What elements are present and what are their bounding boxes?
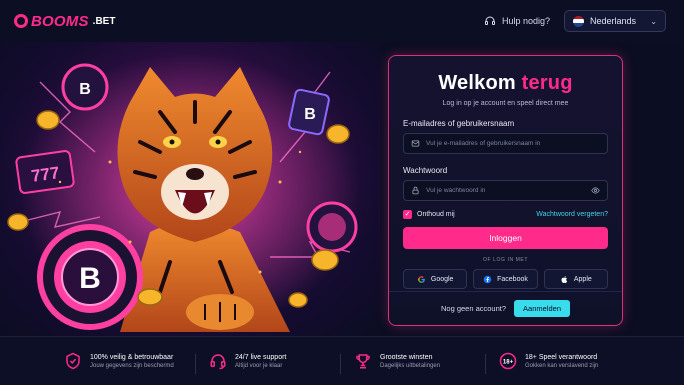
casino-chip-large: B (37, 224, 143, 330)
title-accent: terug (521, 72, 573, 94)
logo-suffix: .BET (92, 15, 116, 27)
password-field[interactable]: Vul je wachtwoord in (403, 180, 608, 201)
facebook-label: Facebook (497, 275, 528, 283)
logo-text: BOOMS (31, 12, 89, 30)
login-button[interactable]: Inloggen (403, 227, 608, 249)
shield-check-icon (66, 352, 80, 370)
apple-button[interactable]: Apple (543, 269, 608, 289)
top-bar: BOOMS .BET Hulp nodig? Nederlands ⌄ (0, 0, 684, 42)
checkmark-icon: ✓ (403, 210, 412, 219)
chevron-down-icon: ⌄ (650, 16, 657, 26)
headset-icon (484, 16, 495, 25)
email-label: E-mailadres of gebruikersnaam (403, 119, 515, 128)
help-link[interactable]: Hulp nodig? (484, 15, 550, 27)
facebook-icon (483, 275, 492, 283)
title-main: Welkom (438, 72, 516, 94)
hero-artwork: B B B 777 (0, 42, 380, 336)
feature-item: 24/7 live support Altijd voor je klaar (195, 352, 354, 374)
slot-777: 777 (30, 163, 61, 186)
help-label: Hulp nodig? (501, 16, 550, 26)
facebook-button[interactable]: Facebook (473, 269, 538, 289)
remember-checkbox[interactable]: ✓ Onthoud mij (403, 210, 455, 219)
social-login-buttons: Google Facebook Apple (403, 269, 608, 289)
login-subtitle: Log in op je account en speel direct mee (442, 100, 569, 107)
email-placeholder: Vul je e-mailadres of gebruikersnaam in (426, 140, 541, 147)
signup-row: Nog geen account? Aanmelden (389, 291, 622, 325)
tiger-illustration: B B B 777 (7, 52, 360, 332)
feature-title: Grootste winsten (380, 353, 433, 361)
age-18-icon: 18+ (499, 352, 517, 370)
chip-letter-small: B (79, 81, 91, 98)
logo[interactable]: BOOMS .BET (14, 13, 115, 30)
feature-item: 100% veilig & betrouwbaar Jouw gegevens … (64, 352, 209, 370)
password-placeholder: Vul je wachtwoord in (426, 187, 486, 194)
google-label: Google (430, 275, 454, 283)
password-label: Wachtwoord (403, 166, 448, 175)
feature-subtitle: Jouw gegevens zijn beschermd (90, 362, 174, 369)
forgot-password-link[interactable]: Wachtwoord vergeten? (536, 211, 608, 218)
page-title: Welkom terug (403, 72, 608, 95)
apple-icon (561, 275, 567, 283)
headset-icon (210, 354, 226, 370)
login-panel: Welkom terug Log in op je account en spe… (388, 55, 623, 326)
google-icon (418, 275, 425, 283)
eye-icon[interactable] (591, 186, 600, 195)
feature-title: 24/7 live support (235, 353, 287, 361)
google-button[interactable]: Google (403, 269, 468, 289)
netherlands-flag-icon (573, 15, 584, 27)
lock-icon (412, 186, 419, 195)
remember-row: ✓ Onthoud mij Wachtwoord vergeten? (403, 210, 608, 219)
language-select[interactable]: Nederlands ⌄ (564, 10, 666, 32)
no-account-text: Nog geen account? (440, 304, 507, 313)
svg-text:18+: 18+ (503, 360, 514, 366)
apple-label: Apple (573, 275, 592, 283)
feature-title: 18+ Speel verantwoord (525, 353, 598, 361)
feature-subtitle: Dagelijks uitbetalingen (380, 362, 441, 369)
feature-item: Grootste winsten Dagelijks uitbetalingen (340, 352, 499, 374)
remember-label: Onthoud mij (417, 211, 455, 218)
feature-subtitle: Gokken kan verslavend zijn (525, 362, 599, 369)
email-field[interactable]: Vul je e-mailadres of gebruikersnaam in (403, 133, 608, 154)
feature-bar: 100% veilig & betrouwbaar Jouw gegevens … (0, 336, 684, 385)
feature-title: 100% veilig & betrouwbaar (90, 353, 174, 361)
bomb-icon (14, 14, 28, 28)
social-divider: OF LOG IN MET (482, 257, 529, 263)
feature-item: 18+ 18+ Speel verantwoord Gokken kan ver… (485, 352, 644, 374)
mail-icon (411, 140, 420, 147)
chip-letter: B (79, 262, 101, 295)
header-actions: Hulp nodig? Nederlands ⌄ (484, 10, 666, 32)
feature-subtitle: Altijd voor je klaar (235, 362, 283, 369)
card-letter: B (304, 106, 316, 123)
signup-button[interactable]: Aanmelden (514, 300, 570, 317)
language-label: Nederlands (590, 16, 637, 26)
trophy-icon (356, 354, 370, 369)
